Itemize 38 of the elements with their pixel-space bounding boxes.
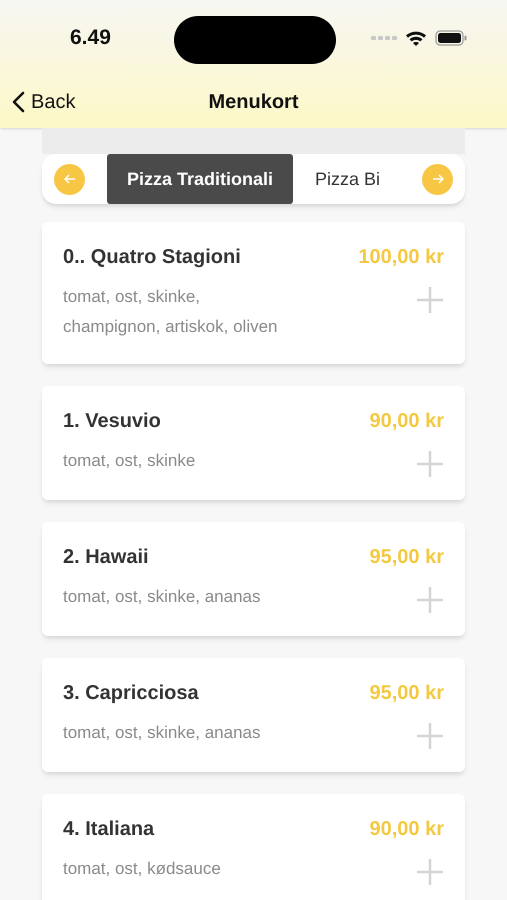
item-price: 95,00 kr (369, 681, 444, 706)
item-name: 0.. Quatro Stagioni (63, 245, 242, 270)
add-icon[interactable] (416, 450, 444, 478)
item-name: 4. Italiana (63, 817, 156, 842)
item-description: tomat, ost, kødsauce (63, 858, 222, 880)
page-title: Menukort (208, 90, 298, 115)
next-category-button[interactable] (422, 164, 453, 194)
signal-icon (371, 36, 397, 40)
menu-item-card[interactable]: 4. Italiana tomat, ost, kødsauce 90,00 kr (42, 794, 465, 900)
battery-icon (435, 30, 467, 46)
add-icon[interactable] (416, 286, 444, 314)
back-button[interactable]: Back (0, 87, 76, 117)
arrow-right-icon (432, 174, 444, 184)
add-icon[interactable] (416, 722, 444, 750)
menu-item-card[interactable]: 1. Vesuvio tomat, ost, skinke 90,00 kr (42, 386, 465, 500)
item-price: 90,00 kr (369, 817, 444, 842)
wifi-icon (405, 30, 427, 46)
chevron-left-icon (12, 91, 25, 113)
arrow-left-icon (64, 174, 76, 184)
category-tab[interactable]: Pizza Traditionali (107, 154, 294, 204)
menu-item-card[interactable]: 0.. Quatro Stagioni tomat, ost, skinke, champignon, artiskok, oliven 100,00 kr (42, 222, 465, 364)
item-description: tomat, ost, skinke, ananas (63, 586, 262, 608)
item-price: 90,00 kr (369, 409, 444, 434)
menu-item-card[interactable]: 3. Capricciosa tomat, ost, skinke, ananas 95,00 kr (42, 658, 465, 772)
item-name: 2. Hawaii (63, 545, 150, 570)
previous-category-button[interactable] (54, 164, 85, 194)
item-price: 100,00 kr (358, 245, 444, 270)
category-tab[interactable]: Pizza Bi (293, 154, 400, 204)
add-icon[interactable] (416, 586, 444, 614)
item-price: 95,00 kr (369, 545, 444, 570)
item-name: 1. Vesuvio (63, 409, 162, 434)
item-description: tomat, ost, skinke, ananas (63, 722, 262, 744)
item-name: 3. Capricciosa (63, 681, 200, 706)
add-icon[interactable] (416, 858, 444, 886)
menu-item-card[interactable]: 2. Hawaii tomat, ost, skinke, ananas 95,00 kr (42, 522, 465, 636)
item-description: tomat, ost, skinke, champignon, artiskok, oliven (63, 286, 279, 338)
status-time: 6.49 (70, 25, 111, 52)
item-description: tomat, ost, skinke (63, 450, 196, 472)
